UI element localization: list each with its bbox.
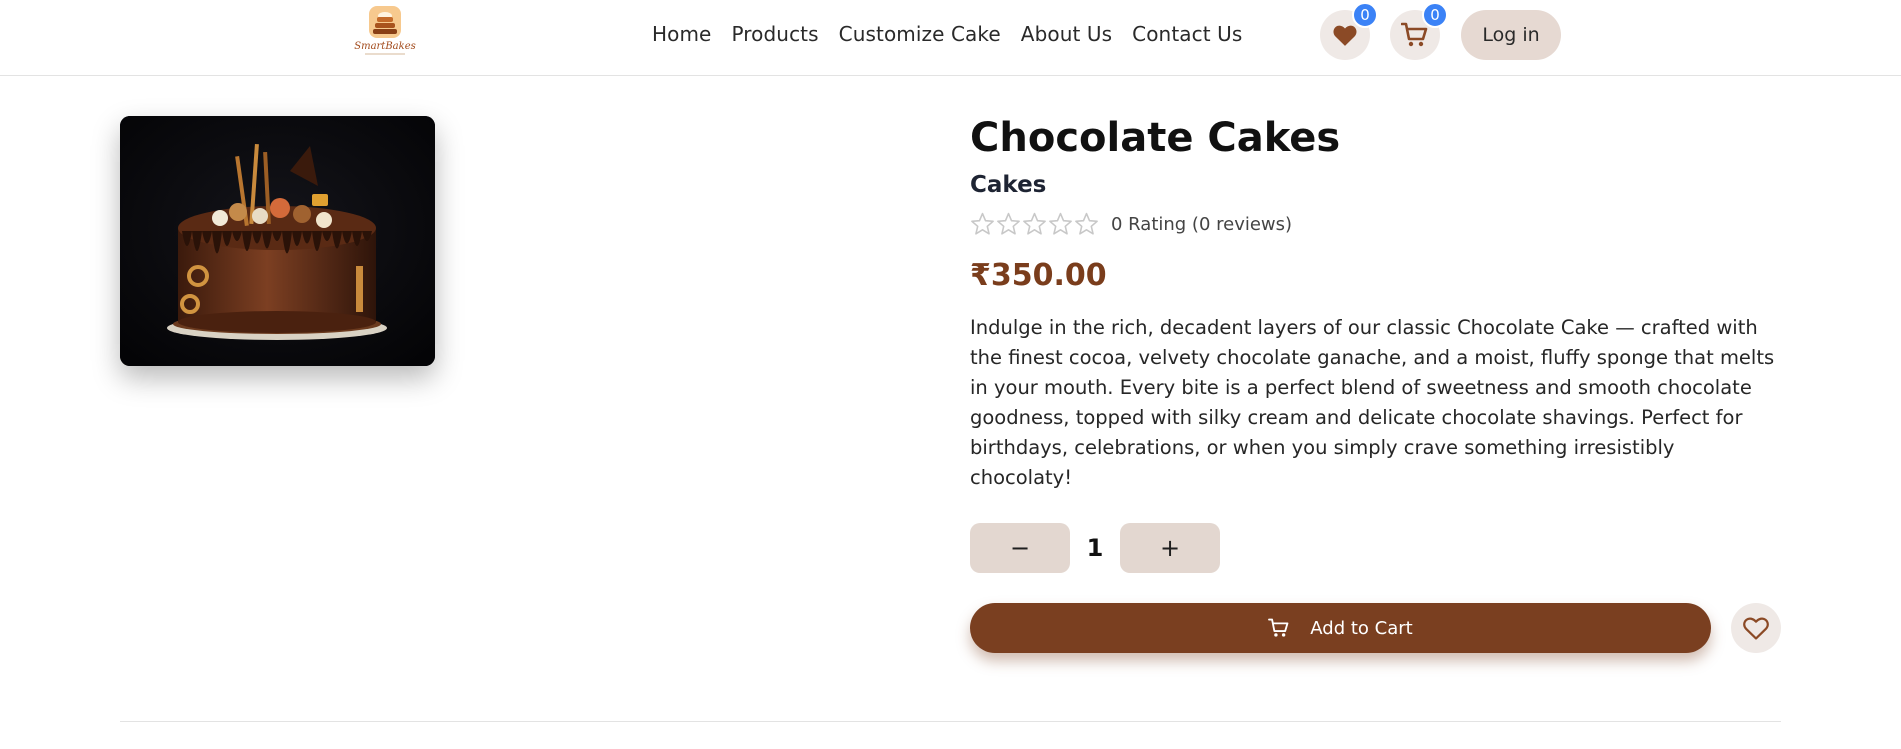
heart-outline-icon	[1743, 617, 1769, 640]
product-price: ₹350.00	[970, 258, 1107, 293]
nav-about-us[interactable]: About Us	[1021, 22, 1112, 46]
add-to-cart-label: Add to Cart	[1310, 617, 1413, 639]
smartbakes-logo[interactable]: SmartBakes	[351, 5, 419, 57]
quantity-value: 1	[1086, 534, 1104, 562]
rating-stars	[970, 212, 1099, 236]
cart-icon	[1268, 618, 1289, 637]
nav-customize-cake[interactable]: Customize Cake	[839, 22, 1001, 46]
decrement-button[interactable]: −	[970, 523, 1070, 573]
star-outline-icon	[1075, 212, 1098, 235]
product-category: Cakes	[970, 172, 1047, 198]
quantity-stepper: − 1 +	[970, 523, 1782, 573]
cart-count-badge: 0	[1422, 2, 1448, 28]
svg-text:SmartBakes: SmartBakes	[354, 41, 416, 52]
nav-home[interactable]: Home	[652, 22, 711, 46]
add-to-wishlist-button[interactable]	[1731, 603, 1781, 653]
nav-products[interactable]: Products	[731, 22, 818, 46]
wishlist-button[interactable]: 0	[1320, 2, 1378, 60]
product-title: Chocolate Cakes	[970, 115, 1341, 161]
star-outline-icon	[997, 212, 1020, 235]
site-header: SmartBakes Home Products Customize Cake …	[0, 0, 1901, 76]
login-button[interactable]: Log in	[1461, 10, 1561, 60]
rating-row: 0 Rating (0 reviews)	[970, 212, 1782, 236]
add-to-cart-button[interactable]: Add to Cart	[970, 603, 1711, 653]
star-outline-icon	[1049, 212, 1072, 235]
nav-contact-us[interactable]: Contact Us	[1132, 22, 1242, 46]
increment-button[interactable]: +	[1120, 523, 1220, 573]
rating-summary: 0 Rating (0 reviews)	[1111, 213, 1293, 235]
cart-actions: Add to Cart	[970, 603, 1782, 653]
section-divider	[120, 721, 1781, 722]
wishlist-count-badge: 0	[1352, 2, 1378, 28]
product-description: Indulge in the rich, decadent layers of …	[970, 316, 1775, 489]
main-nav: Home Products Customize Cake About Us Co…	[652, 22, 1242, 46]
star-outline-icon	[1023, 212, 1046, 235]
product-image	[120, 116, 435, 366]
cart-button[interactable]: 0	[1390, 2, 1448, 60]
product-details: Chocolate Cakes Cakes 0 Rating (0 review…	[970, 112, 1782, 653]
heart-icon	[1333, 25, 1357, 46]
cart-icon	[1401, 22, 1428, 47]
star-outline-icon	[971, 212, 994, 235]
